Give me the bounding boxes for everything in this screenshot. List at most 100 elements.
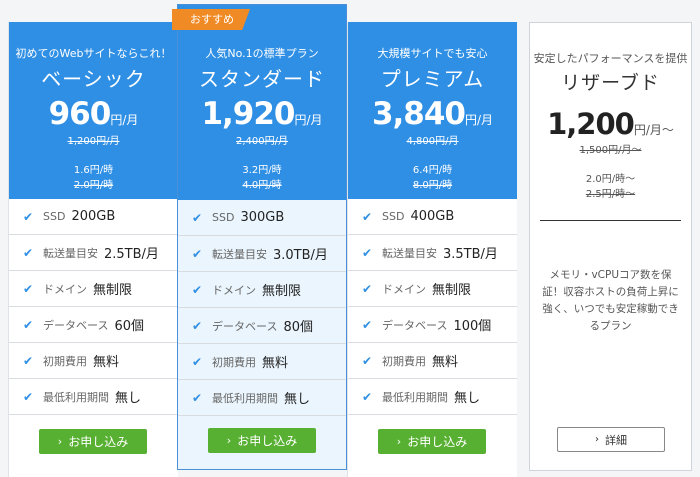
feature-label: ドメイン [382,282,426,296]
recommended-badge: おすすめ [172,9,250,30]
apply-button-label: お申し込み [68,435,129,449]
apply-button-standard[interactable]: › お申し込み [208,428,316,453]
plan-name: プレミアム [380,67,485,91]
apply-button-basic[interactable]: › お申し込み [39,429,147,454]
old-price: 2,400円/月 [236,136,288,147]
feature-row: ✔ 最低利用期間 無し [9,379,178,415]
checkmark-icon: ✔ [23,389,34,404]
feature-row: ✔ 最低利用期間 無し [178,380,346,416]
feature-label: データベース [43,318,109,332]
hourly-old-price: 2.5円/時〜 [585,189,636,200]
price-row: 960円/月 [9,96,178,132]
plan-price: 3,840 [371,96,466,132]
feature-row: ✔ 最低利用期間 無し [348,379,517,415]
hourly-old-price: 2.0円/時 [73,180,114,191]
feature-value: 300GB [240,210,285,225]
hourly-price: 2.0円/時〜 [585,174,636,185]
checkmark-icon: ✔ [362,245,373,260]
checkmark-icon: ✔ [362,389,373,404]
feature-list: ✔ SSD 200GB ✔ 転送量目安 2.5TB/月 ✔ ドメイン 無制限 ✔ データベース… [9,199,178,415]
price-row: 1,920円/月 [178,96,346,132]
feature-value: 100個 [453,319,492,334]
plan-price: 1,920 [201,96,295,132]
feature-value: 無制限 [432,283,472,298]
checkmark-icon: ✔ [23,209,34,224]
hourly-price: 1.6円/時 [73,165,114,176]
feature-label: データベース [212,319,278,333]
feature-list: ✔ SSD 400GB ✔ 転送量目安 3.5TB/月 ✔ ドメイン 無制限 ✔ データベース… [348,199,517,415]
price-unit: 円/月 [294,113,323,127]
feature-row: ✔ SSD 300GB [178,200,346,236]
chevron-right-icon: › [595,434,599,445]
feature-label: 最低利用期間 [382,390,448,404]
feature-label: 最低利用期間 [43,390,109,404]
plan-tagline: 安定したパフォーマンスを提供 [533,52,688,65]
apply-button-label: お申し込み [237,434,298,448]
checkmark-icon: ✔ [192,318,203,333]
feature-label: SSD [382,210,405,223]
chevron-right-icon: › [57,435,63,448]
checkmark-icon: ✔ [192,354,203,369]
old-price: 1,500円/月〜 [579,145,642,156]
price-unit: 円/月〜 [633,123,674,137]
plan-card-reserved: 安定したパフォーマンスを提供 リザーブド 1,200円/月〜 1,500円/月〜… [529,22,692,471]
feature-value: 無し [454,391,481,406]
feature-row: ✔ 初期費用 無料 [9,343,178,379]
plan-price: 960 [48,96,112,132]
feature-row: ✔ データベース 100個 [348,307,517,343]
feature-row: ✔ 転送量目安 2.5TB/月 [9,235,178,271]
feature-value: 無制限 [262,284,302,299]
feature-label: 初期費用 [43,354,87,368]
apply-button-premium[interactable]: › お申し込み [378,429,486,454]
checkmark-icon: ✔ [23,281,34,296]
feature-label: データベース [382,318,448,332]
plan-price: 1,200 [547,107,635,141]
divider [540,220,681,221]
price-unit: 円/月 [465,113,494,127]
feature-row: ✔ 初期費用 無料 [348,343,517,379]
apply-button-label: お申し込み [407,435,468,449]
feature-row: ✔ データベース 80個 [178,308,346,344]
feature-row: ✔ SSD 400GB [348,199,517,235]
plan-name: ベーシック [41,67,146,91]
plan-tagline: 人気No.1の標準プラン [205,47,319,60]
feature-value: 60個 [114,319,144,334]
feature-row: ✔ ドメイン 無制限 [348,271,517,307]
plan-header: 大規模サイトでも安心 プレミアム 3,840円/月 4,800円/月 6.4円/… [348,22,517,199]
feature-row: ✔ 転送量目安 3.0TB/月 [178,236,346,272]
price-row: 3,840円/月 [348,96,517,132]
feature-label: SSD [43,210,66,223]
details-button-label: 詳細 [605,433,627,447]
plan-card-premium: 大規模サイトでも安心 プレミアム 3,840円/月 4,800円/月 6.4円/… [347,22,517,477]
feature-label: ドメイン [43,282,87,296]
feature-label: 転送量目安 [382,246,437,260]
checkmark-icon: ✔ [192,246,203,261]
feature-row: ✔ 転送量目安 3.5TB/月 [348,235,517,271]
feature-label: 転送量目安 [43,246,98,260]
feature-value: 無し [284,392,311,407]
feature-label: 転送量目安 [212,247,267,261]
feature-label: ドメイン [212,283,256,297]
feature-label: 最低利用期間 [212,391,278,405]
plan-description: メモリ・vCPUコア数を保証！収容ホストの負荷上昇に強く、いつでも安定稼動できる… [542,269,679,332]
hourly-price: 6.4円/時 [412,165,453,176]
feature-value: 400GB [410,209,455,224]
feature-row: ✔ データベース 60個 [9,307,178,343]
feature-row: ✔ ドメイン 無制限 [178,272,346,308]
checkmark-icon: ✔ [23,353,34,368]
plan-header: 初めてのWebサイトならこれ！ ベーシック 960円/月 1,200円/月 1.… [9,22,178,199]
feature-value: 無し [115,391,142,406]
checkmark-icon: ✔ [362,209,373,224]
feature-row: ✔ 初期費用 無料 [178,344,346,380]
checkmark-icon: ✔ [362,281,373,296]
plan-tagline: 大規模サイトでも安心 [377,47,488,60]
feature-row: ✔ SSD 200GB [9,199,178,235]
feature-value: 3.0TB/月 [273,248,328,263]
feature-label: 初期費用 [212,355,256,369]
old-price: 1,200円/月 [67,136,120,147]
details-button[interactable]: › 詳細 [557,427,665,452]
plan-name: スタンダード [199,67,325,91]
hourly-price: 3.2円/時 [242,165,282,176]
feature-list: ✔ SSD 300GB ✔ 転送量目安 3.0TB/月 ✔ ドメイン 無制限 ✔ データベース… [178,200,346,416]
checkmark-icon: ✔ [192,210,203,225]
